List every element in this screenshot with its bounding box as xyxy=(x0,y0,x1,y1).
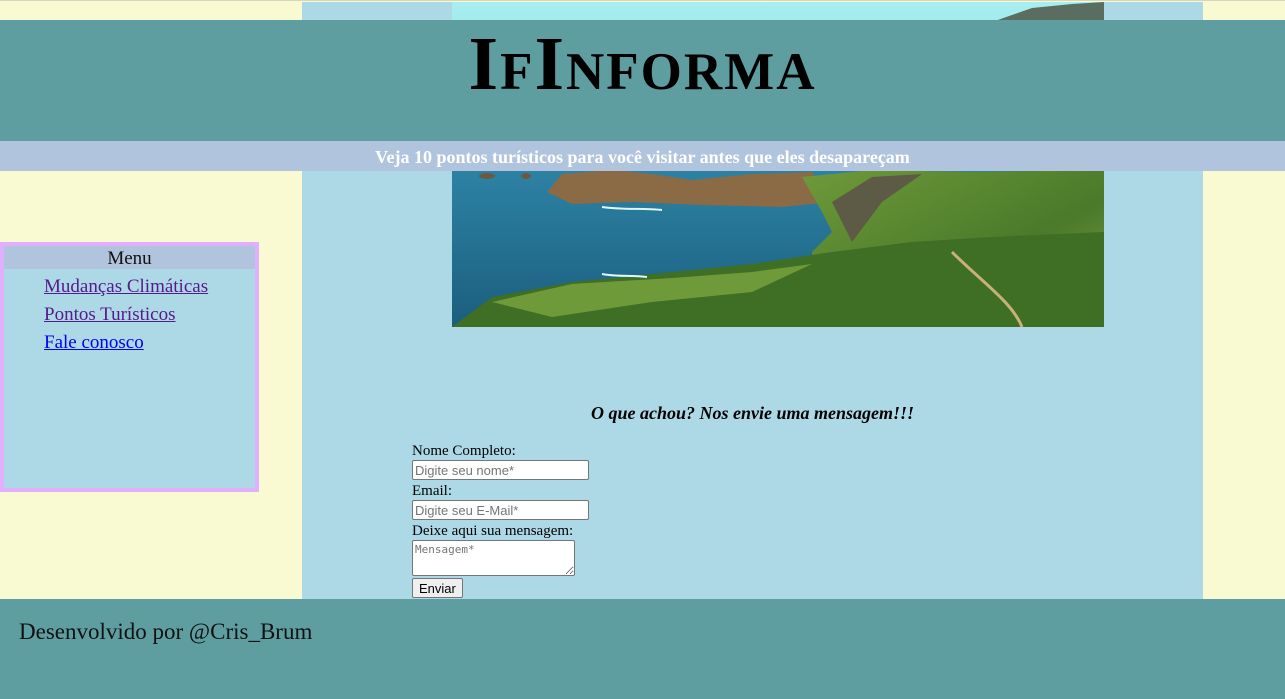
name-label: Nome Completo: xyxy=(412,443,516,459)
subheader-banner: Veja 10 pontos turísticos para você visi… xyxy=(0,141,1285,171)
message-textarea[interactable] xyxy=(412,540,575,576)
menu-item: Pontos Turísticos xyxy=(44,301,255,329)
site-footer: Desenvolvido por @Cris_Brum xyxy=(0,599,1285,699)
menu-link-mudancas-climaticas[interactable]: Mudanças Climáticas xyxy=(44,276,208,297)
name-input[interactable] xyxy=(412,460,589,480)
form-heading: O que achou? Nos envie uma mensagem!!! xyxy=(590,403,914,423)
menu-list: Mudanças Climáticas Pontos Turísticos Fa… xyxy=(4,269,255,357)
menu-item: Mudanças Climáticas xyxy=(44,273,255,301)
menu-link-fale-conosco[interactable]: Fale conosco xyxy=(44,332,144,353)
page: IfInforma Veja 10 pontos turísticos para… xyxy=(0,0,1285,699)
menu-item: Fale conosco xyxy=(44,329,255,357)
contact-form: Nome Completo: Email: Deixe aqui sua men… xyxy=(412,442,589,598)
top-divider xyxy=(0,0,1285,1)
email-label: Email: xyxy=(412,483,452,499)
footer-credit: Desenvolvido por @Cris_Brum xyxy=(19,619,313,644)
menu-link-pontos-turisticos[interactable]: Pontos Turísticos xyxy=(44,304,175,325)
side-menu: Menu Mudanças Climáticas Pontos Turístic… xyxy=(0,242,259,492)
site-title: IfInforma xyxy=(468,22,817,106)
submit-button[interactable]: Enviar xyxy=(412,578,463,598)
menu-title: Menu xyxy=(4,246,255,269)
email-input[interactable] xyxy=(412,500,589,520)
message-label: Deixe aqui sua mensagem: xyxy=(412,523,574,539)
